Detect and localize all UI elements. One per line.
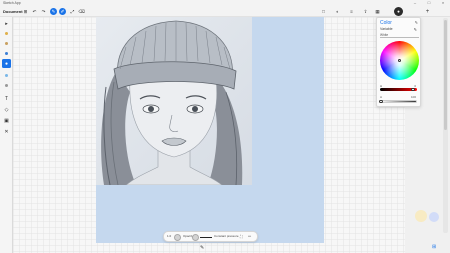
adjust-icon[interactable]: ◐	[334, 8, 341, 15]
alpha-value: 100	[410, 95, 416, 99]
layers-icon[interactable]: ≡	[348, 8, 355, 15]
expand-icon[interactable]: ⛶	[240, 234, 243, 239]
shape-tool-icon[interactable]: ◇	[2, 105, 11, 114]
stroke-preview	[200, 237, 212, 238]
color-wheel[interactable]	[380, 41, 419, 80]
pencil-tool-icon[interactable]	[2, 39, 11, 48]
sketch-image	[96, 17, 252, 185]
settings-icon[interactable]: ●	[394, 7, 403, 16]
hue-slider-knob[interactable]	[411, 87, 415, 91]
more-button[interactable]: •••	[248, 234, 251, 239]
document-title[interactable]: Document	[3, 9, 23, 14]
grid-icon[interactable]: ⊞	[22, 8, 29, 15]
marker-tool-icon[interactable]	[2, 71, 11, 80]
artboard[interactable]	[96, 17, 324, 243]
divider	[380, 37, 419, 38]
fill-tool-icon[interactable]: ▣	[2, 116, 11, 125]
color-panel-title: Color	[380, 20, 392, 26]
size-dial-icon[interactable]	[174, 233, 181, 241]
pencil-tool-icon[interactable]	[2, 29, 11, 38]
eyedropper-icon[interactable]: ✎	[414, 27, 417, 32]
tray-icon[interactable]: ⊞	[432, 244, 436, 250]
scrollbar-thumb[interactable]	[444, 20, 447, 130]
pen-tool-icon[interactable]	[2, 49, 11, 58]
color-wheel-cursor[interactable]	[398, 59, 401, 62]
brush-toolbar: 1.0 Opacity Constant pressure ⛶ •••	[163, 231, 258, 242]
pressure-mode[interactable]: Constant pressure	[214, 234, 239, 239]
eraser-tool-icon[interactable]	[2, 81, 11, 90]
pen-icon[interactable]: ✐	[59, 8, 66, 15]
selection-icon[interactable]: ⤢	[69, 8, 76, 15]
add-icon[interactable]: +	[424, 8, 431, 15]
alpha-label: A	[380, 95, 383, 99]
app-title: Sketch App	[3, 0, 21, 5]
eraser-icon[interactable]: ⌫	[78, 8, 85, 15]
drawing-canvas[interactable]	[13, 17, 405, 253]
square-icon[interactable]: □	[320, 8, 327, 15]
brush-icon[interactable]: ✎	[50, 8, 57, 15]
color-panel: Color ✎ Variable ✎ White H 0 A 100	[376, 17, 421, 107]
alpha-slider[interactable]	[380, 100, 417, 103]
undo-icon[interactable]: ↶	[31, 8, 38, 15]
color-icon[interactable]: ▦	[374, 8, 381, 15]
redo-icon[interactable]: ↷	[40, 8, 47, 15]
tool-rail: ▸ ● T ◇ ▣ ✕	[0, 17, 13, 253]
command-bar: Document ⊞ ↶ ↷ ✎ ✐ ⤢ ⌫ □ ◐ ≡ ⇪ ▦ ● +	[0, 6, 450, 17]
pin-icon[interactable]: ✎	[415, 20, 418, 25]
brush-tool-icon[interactable]: ●	[2, 59, 11, 68]
pen-cursor-icon: ✎	[200, 245, 205, 251]
opacity-dial-icon[interactable]	[192, 233, 199, 241]
share-icon[interactable]: ⇪	[362, 8, 369, 15]
alpha-slider-knob[interactable]	[379, 99, 383, 103]
size-value[interactable]: 1.0	[167, 234, 171, 239]
eyedropper-tool-icon[interactable]: ✕	[2, 127, 11, 136]
select-tool-icon[interactable]: ▸	[2, 19, 11, 28]
color-mode-select[interactable]: Variable	[380, 27, 393, 31]
text-tool-icon[interactable]: T	[2, 94, 11, 103]
